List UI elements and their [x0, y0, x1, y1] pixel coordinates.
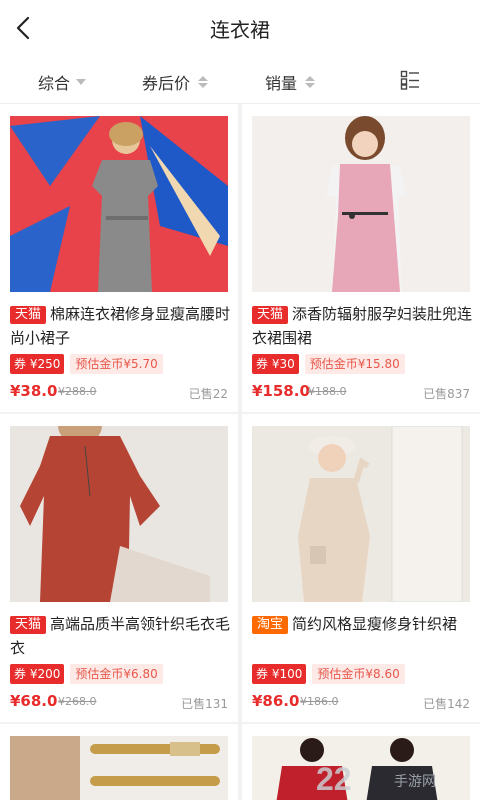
filter-comprehensive[interactable]: 综合: [38, 70, 87, 94]
filter-sales[interactable]: 销量: [265, 70, 316, 94]
product-card[interactable]: 淘宝 简约风格显瘦修身针织裙 券 ¥100 预估金币¥8.60 ¥86.0 ¥18…: [242, 414, 480, 722]
coupon-badge: 券 ¥250: [10, 354, 65, 374]
sort-icon: [198, 76, 209, 88]
price: ¥86.0: [252, 692, 300, 710]
coins-estimate: 预估金币¥15.80: [304, 354, 405, 374]
coins-estimate: 预估金币¥6.80: [70, 664, 163, 684]
page-title: 连衣裙: [210, 18, 270, 42]
watermark-text: 手游网: [394, 774, 436, 790]
original-price: ¥268.0: [58, 695, 97, 708]
product-card[interactable]: [0, 724, 238, 800]
price: ¥158.0: [252, 382, 310, 400]
coupon-badge: 券 ¥200: [10, 664, 65, 684]
product-image: [252, 426, 470, 602]
product-card[interactable]: 天猫 添香防辐射服孕妇装肚兜连衣裙围裙 券 ¥30 预估金币¥15.80 ¥158…: [242, 104, 480, 412]
filter-after-coupon-price[interactable]: 券后价: [142, 70, 209, 94]
product-name: 天猫 添香防辐射服孕妇装肚兜连衣裙围裙: [252, 302, 474, 350]
app-header: 连衣裙: [0, 0, 480, 56]
filter-sales-label: 销量: [265, 74, 298, 93]
watermark-number: 22: [316, 761, 352, 797]
filter-comprehensive-label: 综合: [38, 74, 71, 93]
platform-badge: 淘宝: [252, 616, 289, 634]
sort-icon: [305, 76, 316, 88]
product-image: [10, 736, 228, 800]
original-price: ¥186.0: [300, 695, 339, 708]
coupon-badge: 券 ¥30: [252, 354, 299, 374]
platform-badge: 天猫: [10, 306, 47, 324]
original-price: ¥288.0: [58, 385, 97, 398]
product-image: [10, 426, 228, 602]
sold-count: 已售22: [188, 387, 228, 401]
coins-estimate: 预估金币¥5.70: [70, 354, 163, 374]
product-image: [10, 116, 228, 292]
coins-estimate: 预估金币¥8.60: [312, 664, 405, 684]
sold-count: 已售837: [423, 387, 470, 401]
platform-badge: 天猫: [252, 306, 289, 324]
price: ¥68.0: [10, 692, 58, 710]
platform-badge: 天猫: [10, 616, 47, 634]
list-layout-icon[interactable]: [400, 70, 420, 90]
product-name: 天猫 高端品质半高领针织毛衣毛衣: [10, 612, 232, 660]
original-price: ¥188.0: [308, 385, 347, 398]
product-name: 淘宝 简约风格显瘦修身针织裙: [252, 612, 474, 636]
coupon-badge: 券 ¥100: [252, 664, 307, 684]
product-card[interactable]: 天猫 高端品质半高领针织毛衣毛衣 券 ¥200 预估金币¥6.80 ¥68.0 ¥…: [0, 414, 238, 722]
filter-bar: 综合 券后价 销量: [0, 56, 480, 104]
price: ¥38.0: [10, 382, 58, 400]
filter-price-label: 券后价: [142, 74, 191, 93]
product-name: 天猫 棉麻连衣裙修身显瘦高腰时尚小裙子: [10, 302, 232, 350]
product-title: 简约风格显瘦修身针织裙: [292, 615, 458, 633]
product-card[interactable]: 天猫 棉麻连衣裙修身显瘦高腰时尚小裙子 券 ¥250 预估金币¥5.70 ¥38.…: [0, 104, 238, 412]
watermark-logo: 22 手游网: [316, 761, 436, 797]
sold-count: 已售142: [423, 697, 470, 711]
sold-count: 已售131: [181, 697, 228, 711]
chevron-down-icon: [76, 79, 87, 85]
product-image: [252, 116, 470, 292]
